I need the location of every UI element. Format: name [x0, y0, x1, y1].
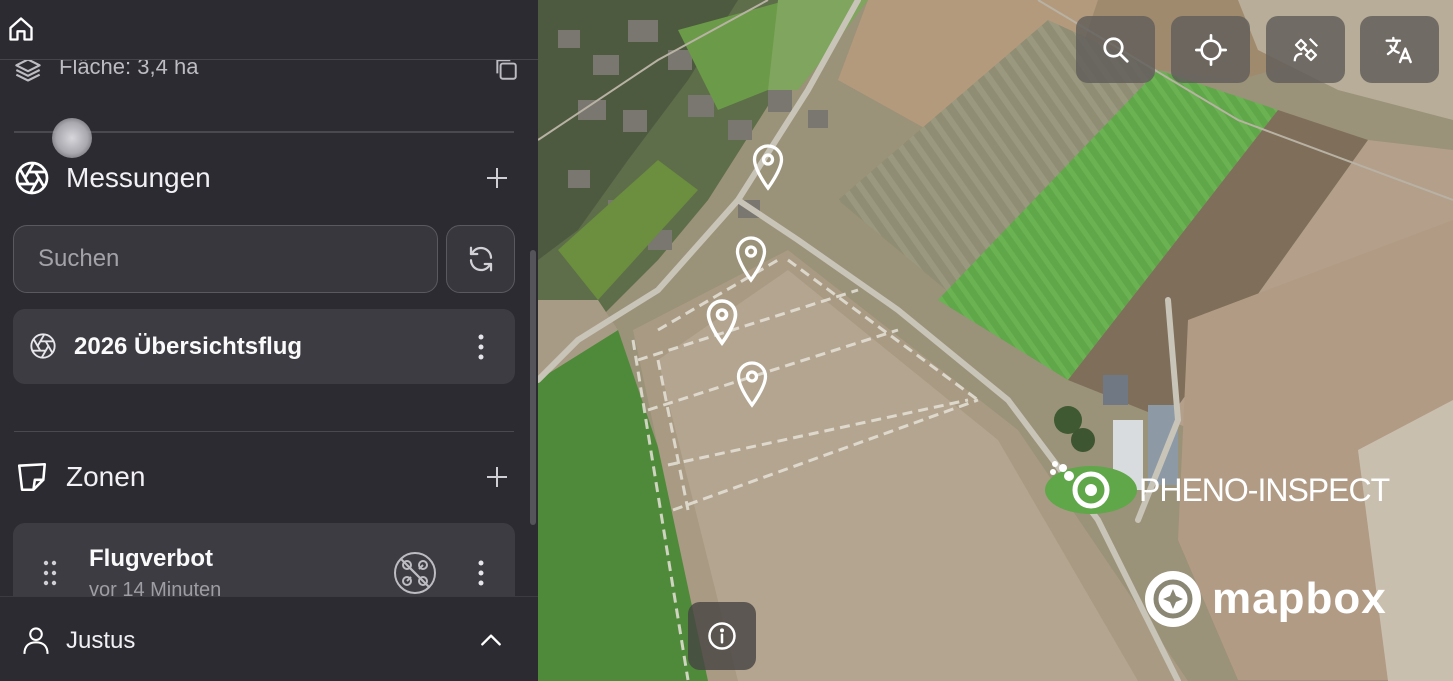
add-zone-button[interactable]	[482, 462, 512, 492]
home-icon	[9, 17, 33, 41]
pheno-inspect-text: PHENO-INSPECT	[1139, 472, 1390, 508]
map-pin[interactable]	[750, 143, 786, 191]
mapbox-mark-icon	[1145, 571, 1201, 627]
map-pin[interactable]	[704, 298, 740, 347]
mapbox-logo[interactable]: mapbox	[1144, 570, 1404, 630]
pheno-eye-icon	[1045, 461, 1137, 514]
pheno-inspect-logo: PHENO-INSPECT	[1043, 458, 1403, 518]
user-name: Justus	[66, 627, 136, 654]
measurement-title: 2026 Übersichtsflug	[74, 333, 303, 360]
user-icon	[23, 627, 49, 654]
location-pin-icon	[735, 236, 767, 283]
home-button[interactable]	[6, 14, 36, 44]
refresh-icon	[469, 246, 492, 272]
refresh-button[interactable]	[446, 225, 515, 293]
map-pin[interactable]	[734, 360, 770, 408]
info-button[interactable]	[688, 602, 756, 670]
zone-title: Flugverbot	[89, 545, 213, 572]
top-bar	[0, 0, 538, 60]
satellite-button[interactable]	[1266, 16, 1345, 83]
map-pin[interactable]	[733, 235, 769, 283]
sidebar-scrollbar[interactable]	[530, 250, 536, 525]
chevron-up-icon[interactable]	[478, 627, 504, 653]
measurements-title: Messungen	[66, 162, 211, 193]
sidebar: Fläche: 3,4 ha Messungen Suchen 2026 Übe…	[0, 0, 538, 681]
mapbox-text: mapbox	[1212, 574, 1387, 623]
language-button[interactable]	[1360, 16, 1439, 83]
crosshair-icon	[1194, 33, 1227, 66]
location-pin-icon	[752, 144, 784, 191]
zone-more-options-button[interactable]	[469, 553, 493, 593]
sticky-note-icon	[14, 459, 50, 495]
satellite-icon	[1293, 37, 1318, 61]
location-pin-icon	[736, 361, 768, 408]
aperture-icon	[29, 332, 57, 360]
zones-title: Zonen	[66, 461, 146, 492]
slider-thumb[interactable]	[52, 118, 92, 158]
search-icon	[1102, 36, 1129, 63]
user-bar[interactable]: Justus	[0, 596, 538, 681]
no-drone-icon	[393, 551, 437, 595]
measurement-item[interactable]: 2026 Übersichtsflug	[13, 309, 515, 384]
aperture-icon	[14, 160, 50, 196]
search-input[interactable]	[13, 225, 438, 293]
drag-handle-icon[interactable]	[43, 559, 57, 587]
more-vertical-icon	[478, 560, 484, 586]
locate-button[interactable]	[1171, 16, 1250, 83]
plus-icon	[487, 467, 507, 487]
more-vertical-icon	[478, 334, 484, 360]
translate-icon	[1384, 36, 1412, 63]
measurements-header: Messungen	[14, 158, 514, 198]
info-icon	[708, 622, 736, 650]
more-options-button[interactable]	[469, 327, 493, 367]
zones-header: Zonen	[14, 457, 514, 497]
map-view[interactable]: PHENO-INSPECT mapbox	[538, 0, 1453, 681]
section-divider	[14, 431, 514, 432]
location-pin-icon	[706, 299, 738, 347]
plus-icon	[487, 168, 507, 188]
layers-icon	[15, 58, 41, 82]
map-search-button[interactable]	[1076, 16, 1155, 83]
add-measurement-button[interactable]	[482, 163, 512, 193]
